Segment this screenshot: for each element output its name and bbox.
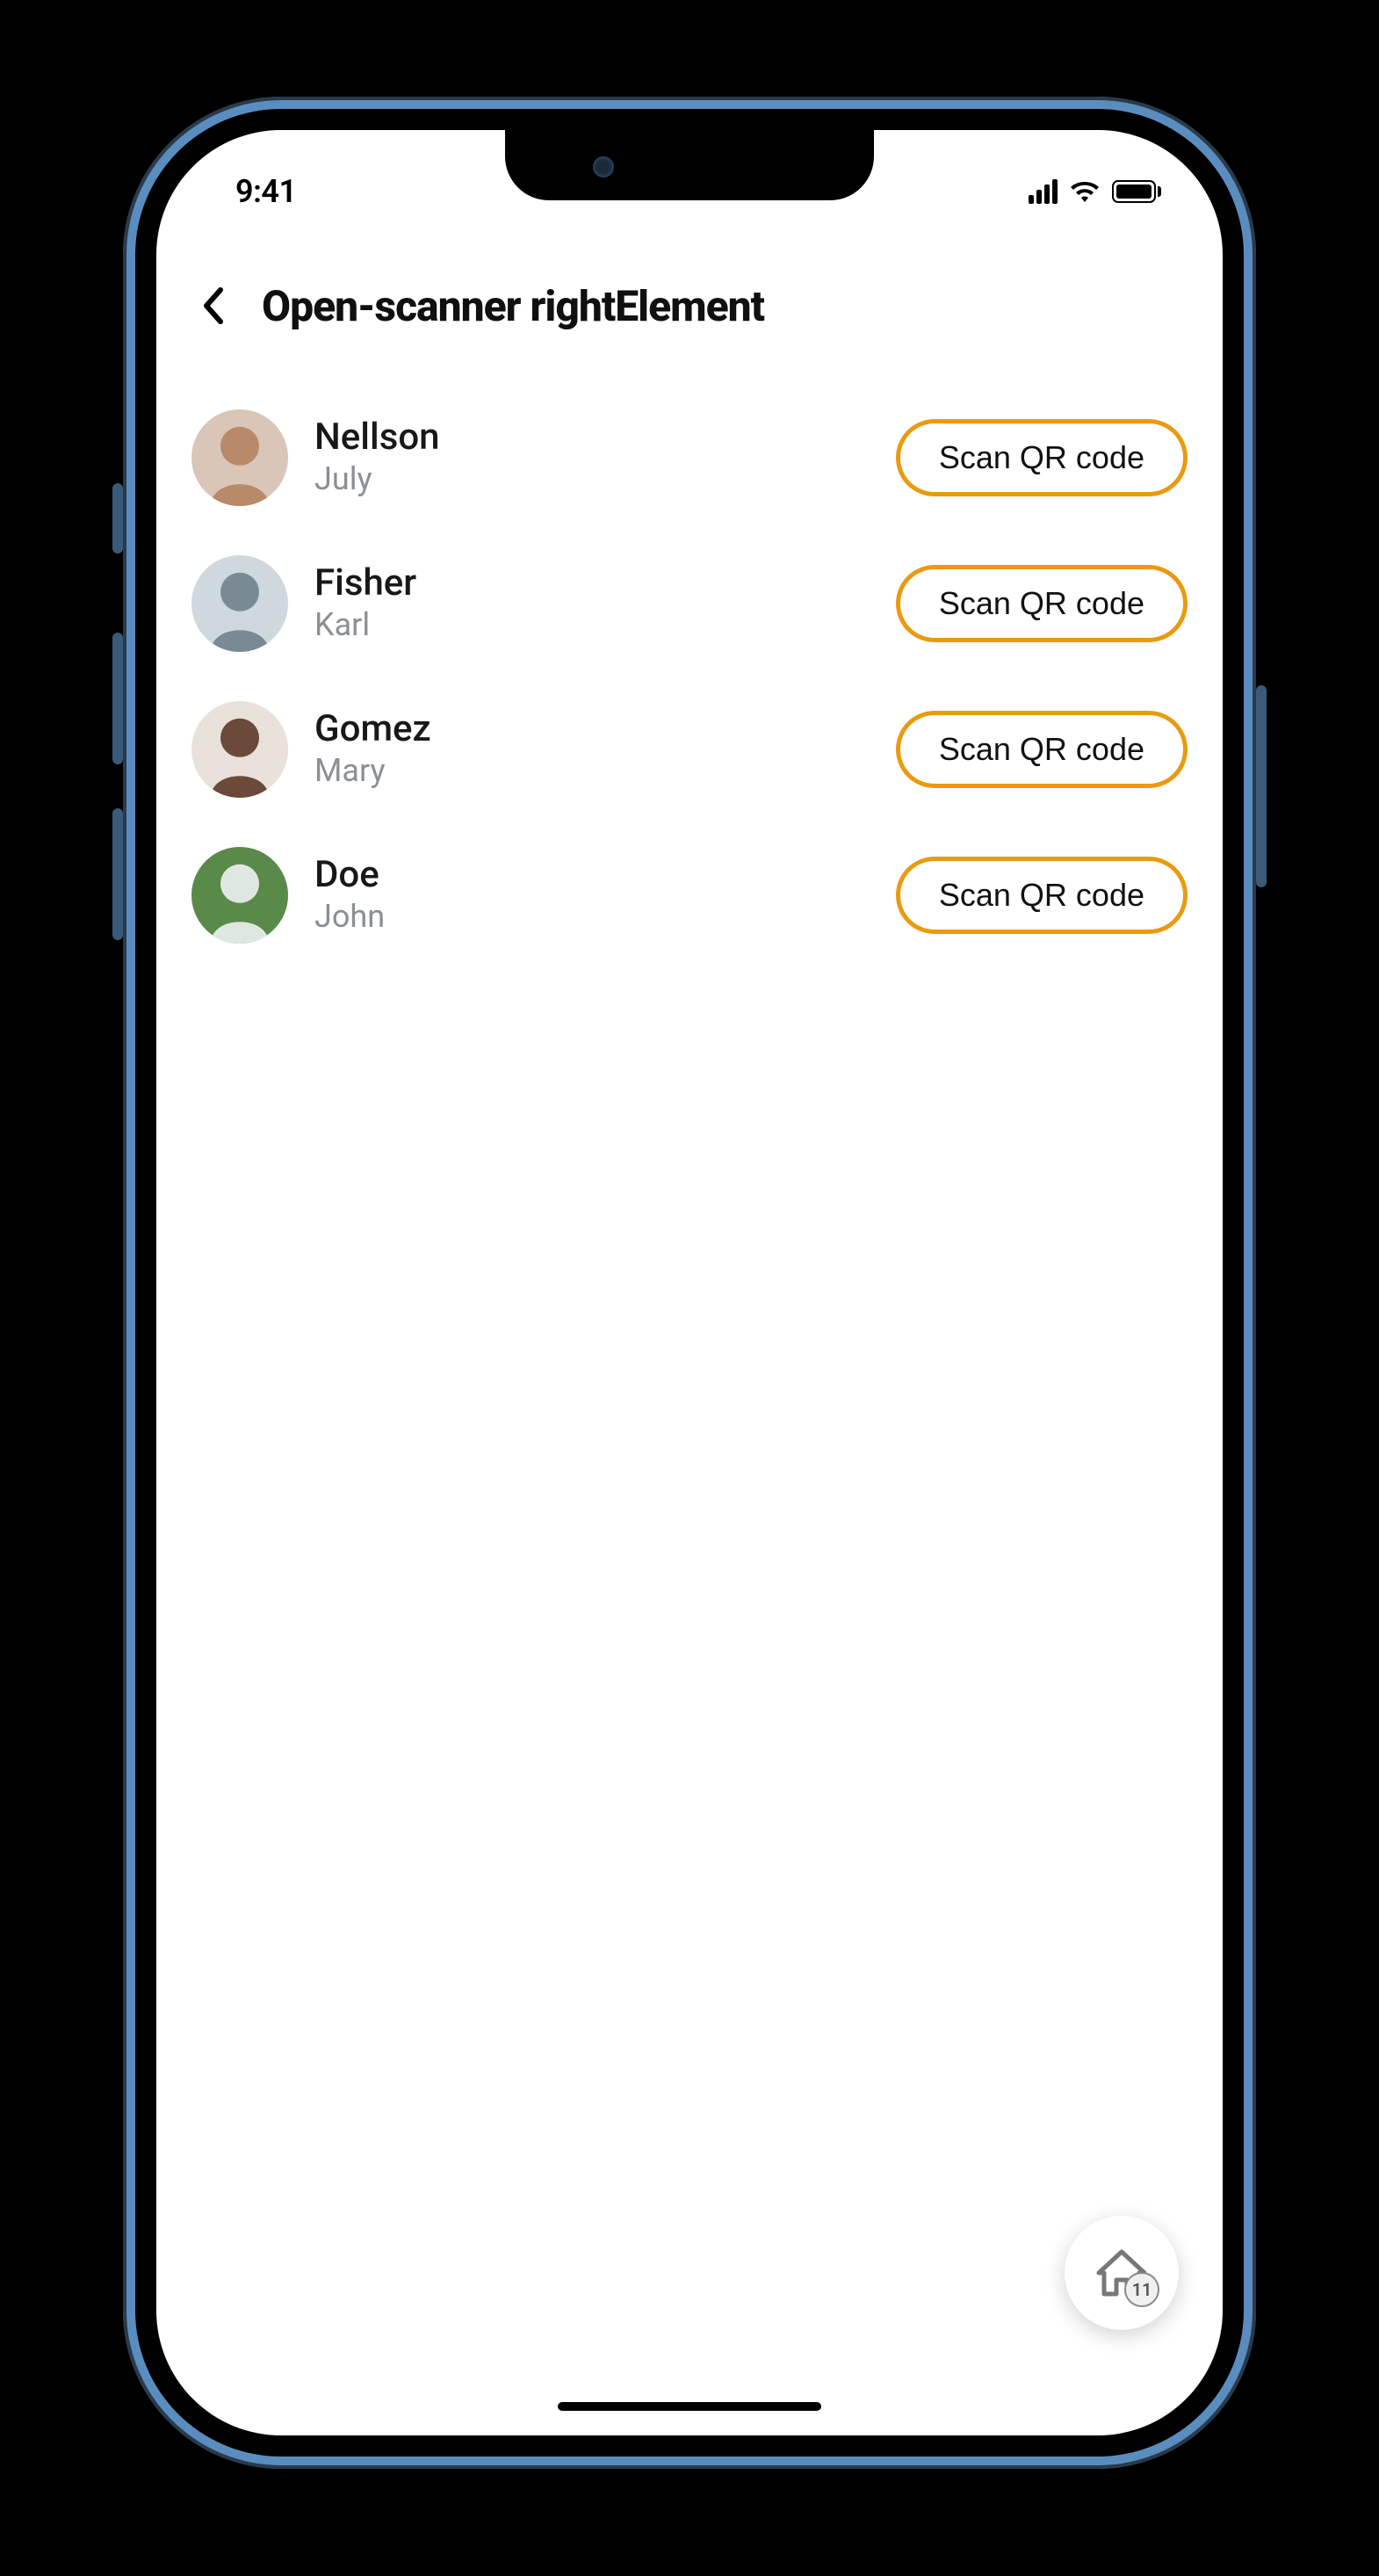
list-item: GomezMary Scan QR code <box>191 677 1188 822</box>
screen: 9:41 <box>156 130 1223 2435</box>
battery-icon <box>1112 180 1161 203</box>
surname: Fisher <box>314 563 870 604</box>
avatar <box>191 409 288 506</box>
scan-qr-button[interactable]: Scan QR code <box>896 711 1188 788</box>
phone-bezel: 9:41 <box>135 109 1244 2457</box>
firstname: Mary <box>314 752 870 790</box>
surname: Nellson <box>314 417 870 458</box>
list-item: FisherKarl Scan QR code <box>191 531 1188 677</box>
firstname: John <box>314 898 870 936</box>
back-button[interactable] <box>191 284 235 328</box>
name-block: DoeJohn <box>314 855 870 935</box>
list-item: NellsonJuly Scan QR code <box>191 385 1188 531</box>
phone-silence-switch <box>112 483 123 554</box>
phone-volume-up <box>112 633 123 764</box>
firstname: Karl <box>314 606 870 644</box>
firstname: July <box>314 460 870 498</box>
name-block: NellsonJuly <box>314 417 870 497</box>
scan-qr-button[interactable]: Scan QR code <box>896 857 1188 934</box>
front-camera <box>593 156 614 177</box>
name-block: GomezMary <box>314 709 870 789</box>
scan-qr-button[interactable]: Scan QR code <box>896 565 1188 642</box>
name-block: FisherKarl <box>314 563 870 643</box>
phone-volume-down <box>112 808 123 940</box>
home-fab[interactable]: 11 <box>1065 2216 1179 2330</box>
surname: Gomez <box>314 709 870 749</box>
page-title: Open-scanner rightElement <box>262 281 764 331</box>
phone-frame: 9:41 <box>123 97 1256 2469</box>
home-badge-count: 11 <box>1124 2272 1159 2307</box>
scan-qr-button[interactable]: Scan QR code <box>896 419 1188 496</box>
home-indicator <box>558 2402 821 2411</box>
phone-power-button <box>1256 685 1267 887</box>
wifi-icon <box>1070 180 1100 203</box>
avatar <box>191 847 288 944</box>
cellular-signal-icon <box>1029 179 1058 204</box>
list-item: DoeJohn Scan QR code <box>191 822 1188 968</box>
people-list: NellsonJuly Scan QR code FisherKarl Scan QR… <box>156 385 1223 968</box>
status-time: 9:41 <box>235 173 297 210</box>
header: Open-scanner rightElement <box>156 262 1223 350</box>
status-indicators <box>1029 179 1161 204</box>
avatar <box>191 555 288 652</box>
surname: Doe <box>314 855 870 895</box>
chevron-left-icon <box>201 286 226 325</box>
avatar <box>191 701 288 798</box>
notch <box>505 130 874 200</box>
